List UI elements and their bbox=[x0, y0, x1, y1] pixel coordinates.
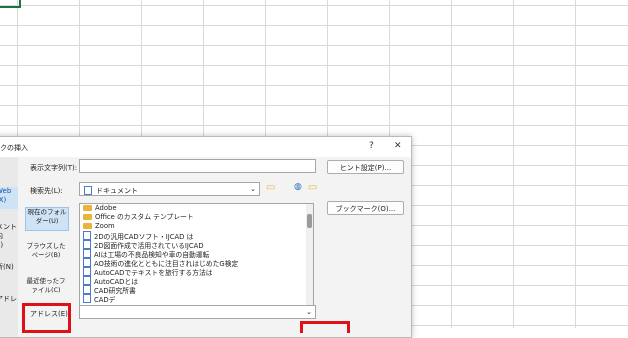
document-icon bbox=[83, 249, 91, 258]
open-file-icon[interactable]: ▭ bbox=[308, 182, 317, 193]
dialog-titlebar: クの挿入 ? ✕ bbox=[0, 137, 411, 157]
search-label: 検索先(L): bbox=[30, 187, 63, 195]
display-text-input[interactable] bbox=[79, 159, 316, 173]
link-type-email-key: ) bbox=[0, 304, 18, 313]
document-icon bbox=[83, 276, 91, 285]
current-folder-button[interactable]: 現在のフォルダー(U) bbox=[25, 207, 69, 231]
list-item[interactable]: 2Dの汎用CADソフト・IJCAD は bbox=[83, 231, 193, 241]
documents-icon bbox=[84, 186, 92, 195]
search-value: ドキュメント bbox=[96, 187, 138, 195]
link-type-web-key: (X) bbox=[0, 196, 7, 204]
list-scrollbar[interactable] bbox=[306, 204, 313, 306]
close-button[interactable]: ✕ bbox=[394, 141, 402, 151]
list-item-label: Adobe bbox=[95, 204, 117, 212]
list-item[interactable]: AutoCADでテキストを旅行する方法は bbox=[83, 267, 213, 277]
list-item[interactable]: Zoom bbox=[83, 222, 115, 231]
list-item[interactable]: 2D図面作成で活用されているIJCAD bbox=[83, 240, 204, 250]
scrollbar-thumb[interactable] bbox=[307, 214, 312, 228]
hint-button[interactable]: ヒント設定(P)... bbox=[327, 160, 404, 174]
browse-folder-icon[interactable]: ▭ bbox=[266, 182, 275, 193]
list-item[interactable]: AIは工場の不良品検知や車の自動運転 bbox=[83, 249, 209, 259]
selected-cell[interactable] bbox=[0, 0, 21, 8]
link-type-pane: ： Web (X) メント内 E) 新(N) アドレ ) bbox=[0, 157, 18, 337]
document-icon bbox=[83, 240, 91, 249]
list-item[interactable]: AutoCADとは bbox=[83, 276, 138, 286]
folder-icon bbox=[83, 214, 92, 220]
link-type-new[interactable]: 新(N) bbox=[0, 263, 18, 272]
highlight-box-ok bbox=[300, 321, 350, 333]
list-item[interactable]: AO技術の進化とともに注目されはじめたG検定 bbox=[83, 258, 238, 268]
link-type-document-label: メント内 bbox=[0, 223, 17, 240]
link-type-document-key: E) bbox=[0, 241, 4, 249]
document-icon bbox=[83, 231, 91, 240]
recent-files-button[interactable]: 最近使ったファイル(C) bbox=[25, 277, 67, 299]
list-item[interactable]: Office のカスタム テンプレート bbox=[83, 213, 194, 222]
document-icon bbox=[83, 267, 91, 276]
chevron-down-icon: ⌄ bbox=[250, 185, 256, 193]
list-item[interactable]: Adobe bbox=[83, 204, 117, 213]
link-type-email[interactable]: アドレ ) bbox=[0, 295, 18, 313]
display-text-label: 表示文字列(T): bbox=[30, 164, 78, 172]
document-icon bbox=[83, 285, 91, 294]
search-in-combo[interactable]: ドキュメント ⌄ bbox=[79, 182, 260, 196]
address-input[interactable]: ⌄ bbox=[79, 305, 316, 319]
link-type-document[interactable]: メント内 E) bbox=[0, 223, 18, 250]
dialog-title: クの挿入 bbox=[0, 144, 28, 152]
file-list[interactable]: Adobe Office のカスタム テンプレート Zoom 2Dの汎用CADソ… bbox=[79, 203, 314, 307]
folder-icon bbox=[83, 205, 92, 211]
list-item-label: Zoom bbox=[95, 222, 115, 230]
list-item-label: CADデ bbox=[94, 296, 116, 304]
bookmark-button[interactable]: ブックマーク(O)... bbox=[327, 201, 404, 215]
browsed-pages-button[interactable]: ブラウズしたページ(B) bbox=[25, 242, 67, 264]
link-type-label: ： bbox=[0, 163, 18, 172]
folder-icon bbox=[83, 223, 92, 229]
list-item[interactable]: CADデ bbox=[83, 294, 116, 304]
list-item[interactable]: CAD研究所書 bbox=[83, 285, 136, 295]
link-type-web[interactable]: Web (X) bbox=[0, 187, 18, 209]
help-button[interactable]: ? bbox=[369, 141, 374, 151]
link-type-web-label: Web bbox=[0, 187, 12, 195]
link-type-email-label: アドレ bbox=[0, 295, 17, 303]
web-search-icon[interactable]: ◍ bbox=[294, 182, 302, 192]
chevron-down-icon: ⌄ bbox=[306, 308, 312, 316]
document-icon bbox=[83, 258, 91, 267]
list-item-label: Office のカスタム テンプレート bbox=[95, 213, 194, 221]
document-icon bbox=[83, 294, 91, 303]
highlight-box-address bbox=[22, 303, 71, 333]
